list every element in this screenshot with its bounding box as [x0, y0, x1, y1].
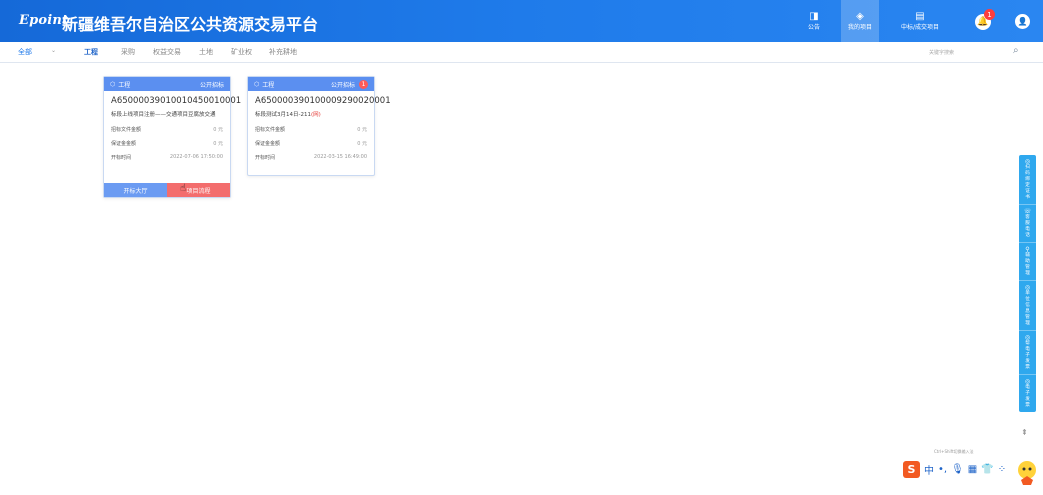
info-row: 保证金金额 0 元	[248, 140, 374, 147]
site-title: 新疆维吾尔自治区公共资源交易平台	[62, 15, 319, 34]
project-flow-button[interactable]: 项目流程	[167, 183, 230, 197]
mascot-icon	[1018, 461, 1036, 485]
project-name: 标段上线项目注册——交通项目豆腐放交通	[111, 110, 230, 118]
side-tool-label: 单位信息管理	[1025, 291, 1030, 326]
info-value: 2022-03-15 16:49:00	[313, 154, 367, 160]
info-value: 0 元	[213, 141, 223, 147]
project-card[interactable]: ⬡ 工程 公开招标 A65000039010010450010001 标段上线项…	[103, 76, 242, 198]
info-label: 招标文件金额	[255, 127, 286, 133]
side-tool-org-info[interactable]: ◎ 单位信息管理	[1019, 281, 1036, 331]
tool-icon: ⚲	[1025, 246, 1030, 253]
project-code: A65000039010010450010001	[111, 96, 242, 106]
cube-icon: ⬡	[254, 80, 260, 88]
side-tool-label: 客服电话	[1025, 215, 1030, 238]
category-select[interactable]: 全部	[18, 47, 32, 57]
nav-announcement-label: 公告	[807, 23, 820, 31]
top-header: Epoint 新疆维吾尔自治区公共资源交易平台 ◨ 公告 ◈ 我的项目 ▤ 中标…	[0, 0, 1043, 42]
ime-toolbar: S 中 •, 🎙 ▦ 👕 ⁘	[903, 457, 1006, 481]
nav-announcement[interactable]: ◨ 公告	[800, 0, 828, 42]
ime-mode-icon[interactable]: 中	[924, 462, 934, 477]
search-icon[interactable]: ⌕	[1013, 45, 1019, 56]
toolbox-icon[interactable]: ⁘	[998, 464, 1006, 475]
info-value: 0 元	[357, 141, 367, 147]
project-name-text: 标段测试3月14日-211	[255, 112, 311, 118]
winning-projects-icon: ▤	[915, 10, 925, 22]
card-actions: 开标大厅 项目流程	[104, 183, 230, 197]
card-type: 工程	[262, 81, 275, 89]
side-tool-label: 辅助管理	[1025, 253, 1030, 276]
back-to-top-icon[interactable]: ⇞	[1021, 428, 1028, 437]
info-value: 0 元	[213, 127, 223, 133]
chevron-down-icon[interactable]: ⌄	[51, 47, 56, 54]
sogou-logo-icon[interactable]: S	[903, 460, 920, 478]
tab-farmland[interactable]: 补充耕地	[269, 47, 297, 57]
info-row: 招标文件金额 0 元	[248, 126, 374, 133]
announcement-icon: ◨	[809, 10, 819, 22]
side-tool-service-phone[interactable]: ☏ 客服电话	[1019, 205, 1036, 243]
ime-hint: Ctrl+Shift切换输入法	[934, 449, 974, 454]
notification-badge: 1	[984, 9, 995, 20]
tab-land[interactable]: 土地	[199, 47, 213, 57]
project-name: 标段测试3月14日-211(网)	[255, 110, 374, 118]
card-type: 工程	[118, 81, 131, 89]
info-label: 保证金金额	[111, 141, 137, 147]
tab-procurement[interactable]: 采购	[121, 47, 135, 57]
microphone-icon[interactable]: 🎙	[951, 464, 964, 475]
hand-cursor-icon: ☝	[180, 183, 187, 194]
cube-icon: ⬡	[110, 80, 116, 88]
phone-icon: ☏	[1023, 208, 1032, 215]
info-label: 开标时间	[111, 155, 132, 161]
org-icon: ◎	[1024, 284, 1031, 291]
punctuation-icon[interactable]: •,	[938, 464, 947, 475]
tab-mining[interactable]: 矿业权	[231, 47, 252, 57]
side-tool-scan-cert[interactable]: ◎ 扫码绑定证书	[1019, 155, 1036, 205]
side-toolbar: ◎ 扫码绑定证书 ☏ 客服电话 ⚲ 辅助管理 ◎ 单位信息管理 ◎ 帮电子发票 …	[1019, 155, 1036, 412]
tab-engineering[interactable]: 工程	[84, 47, 98, 57]
side-tool-label: 扫码绑定证书	[1025, 165, 1030, 200]
info-value: 2022-07-06 17:50:00	[169, 154, 223, 160]
side-tool-label: 电子发票	[1025, 385, 1030, 408]
bid-hall-button[interactable]: 开标大厅	[104, 183, 167, 197]
nav-my-projects-label: 我的项目	[847, 23, 872, 31]
invoice-icon: ◎	[1024, 334, 1031, 341]
app-page: Epoint 新疆维吾尔自治区公共资源交易平台 ◨ 公告 ◈ 我的项目 ▤ 中标…	[0, 0, 1043, 495]
skin-icon[interactable]: 👕	[981, 464, 993, 475]
info-label: 招标文件金额	[111, 127, 142, 133]
filter-bar: 全部 ⌄ 工程 采购 权益交易 土地 矿业权 补充耕地 关键字搜索 ⌕	[0, 42, 1043, 63]
info-label: 保证金金额	[255, 141, 281, 147]
scan-icon: ◎	[1024, 158, 1031, 165]
card-header: ⬡ 工程 公开招标 1	[248, 77, 374, 91]
nav-my-projects[interactable]: ◈ 我的项目	[841, 0, 879, 42]
info-row: 开标时间 2022-03-15 16:49:00	[248, 154, 374, 161]
project-code: A650000390100009290020001	[255, 96, 391, 106]
nav-winning-projects-label: 中标/成交项目	[900, 23, 940, 31]
project-name-text: 标段上线项目注册——交通项目豆腐放交通	[111, 112, 216, 118]
info-label: 开标时间	[255, 155, 276, 161]
side-tool-assist[interactable]: ⚲ 辅助管理	[1019, 243, 1036, 281]
info-value: 0 元	[357, 127, 367, 133]
project-card[interactable]: ⬡ 工程 公开招标 1 A650000390100009290020001 标段…	[247, 76, 391, 176]
side-tool-label: 帮电子发票	[1025, 341, 1030, 370]
network-tag: (网)	[310, 112, 321, 118]
invoice-icon: ◎	[1024, 378, 1031, 385]
card-method: 公开招标	[330, 81, 355, 89]
info-row: 招标文件金额 0 元	[104, 126, 230, 133]
card-count-badge: 1	[359, 79, 368, 89]
keyboard-icon[interactable]: ▦	[968, 464, 977, 475]
side-tool-invoice-help[interactable]: ◎ 帮电子发票	[1019, 331, 1036, 375]
user-avatar-icon[interactable]: 👤	[1015, 14, 1030, 29]
info-row: 保证金金额 0 元	[104, 140, 230, 147]
tab-equity[interactable]: 权益交易	[153, 47, 181, 57]
brand-logo[interactable]: Epoint	[19, 13, 68, 28]
my-projects-icon: ◈	[856, 10, 864, 22]
side-tool-e-invoice[interactable]: ◎ 电子发票	[1019, 375, 1036, 412]
info-row: 开标时间 2022-07-06 17:50:00	[104, 154, 230, 161]
card-method: 公开招标	[199, 81, 224, 89]
card-header: ⬡ 工程 公开招标	[104, 77, 230, 91]
search-input[interactable]: 关键字搜索	[929, 49, 954, 56]
nav-winning-projects[interactable]: ▤ 中标/成交项目	[894, 0, 946, 42]
